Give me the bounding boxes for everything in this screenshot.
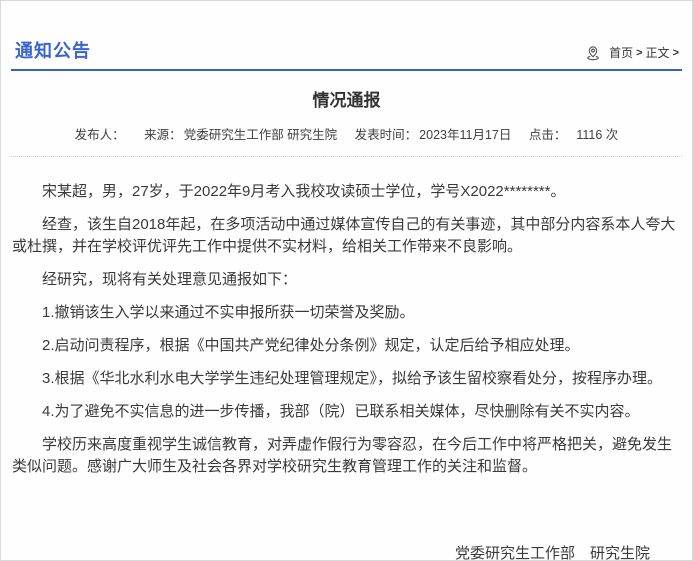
location-pin-icon — [585, 45, 601, 61]
article-body: 宋某超，男，27岁，于2022年9月考入我校攻读硕士学位，学号X2022****… — [1, 157, 692, 561]
meta-publisher-label: 发布人： — [75, 128, 125, 142]
meta-publisher: 发布人： — [75, 128, 131, 142]
meta-source-label: 来源： — [144, 128, 182, 142]
section-title: 通知公告 — [15, 37, 91, 63]
body-paragraph: 学校历来高度重视学生诚信教育，对弄虚作假行为零容忍，在今后工作中将严格把关，避免… — [12, 434, 680, 478]
page-header: 通知公告 首页 > 正文 > — [1, 1, 692, 63]
body-paragraph: 2.启动问责程序，根据《中国共产党纪律处分条例》规定，认定后给予相应处理。 — [12, 335, 680, 357]
breadcrumb-separator: > — [673, 47, 679, 59]
signature-block: 党委研究生工作部 研究生院 2023年11月17日 — [12, 542, 680, 561]
meta-source-value: 党委研究生工作部 研究生院 — [184, 128, 337, 142]
meta-publish-time: 发表时间：2023年11月17日 — [355, 128, 515, 142]
signature-department: 党委研究生工作部 研究生院 — [12, 542, 650, 561]
breadcrumb-item-current[interactable]: 正文 — [646, 44, 670, 61]
body-paragraph: 3.根据《华北水利水电大学学生违纪处理管理规定》，拟给予该生留校察看处分，按程序… — [12, 368, 680, 390]
header-divider — [11, 69, 682, 71]
meta-source: 来源：党委研究生工作部 研究生院 — [144, 128, 340, 142]
body-paragraph: 宋某超，男，27岁，于2022年9月考入我校攻读硕士学位，学号X2022****… — [12, 181, 680, 203]
meta-clicks: 点击： 1116 次 — [529, 128, 618, 142]
breadcrumb-separator: > — [636, 47, 642, 59]
article-title: 情况通报 — [1, 86, 692, 111]
body-paragraph: 1.撤销该生入学以来通过不实申报所获一切荣誉及奖励。 — [12, 302, 680, 324]
body-paragraph: 4.为了避免不实信息的进一步传播，我部（院）已联系相关媒体，尽快删除有关不实内容… — [12, 401, 680, 423]
body-paragraph: 经查，该生自2018年起，在多项活动中通过媒体宣传自己的有关事迹，其中部分内容系… — [12, 214, 680, 258]
notice-page: 通知公告 首页 > 正文 > 情况通报 发布人： 来源：党委研究生工作部 研究生… — [0, 0, 693, 561]
meta-publish-time-value: 2023年11月17日 — [419, 128, 511, 142]
body-paragraph: 经研究，现将有关处理意见通报如下： — [12, 269, 680, 291]
breadcrumb: 首页 > 正文 > — [585, 44, 682, 63]
breadcrumb-item-home[interactable]: 首页 — [609, 44, 633, 61]
meta-clicks-label: 点击： — [529, 128, 567, 142]
meta-clicks-value: 1116 次 — [576, 128, 618, 142]
article-meta: 发布人： 来源：党委研究生工作部 研究生院 发表时间：2023年11月17日 点… — [1, 124, 692, 143]
meta-publish-time-label: 发表时间： — [355, 128, 418, 142]
